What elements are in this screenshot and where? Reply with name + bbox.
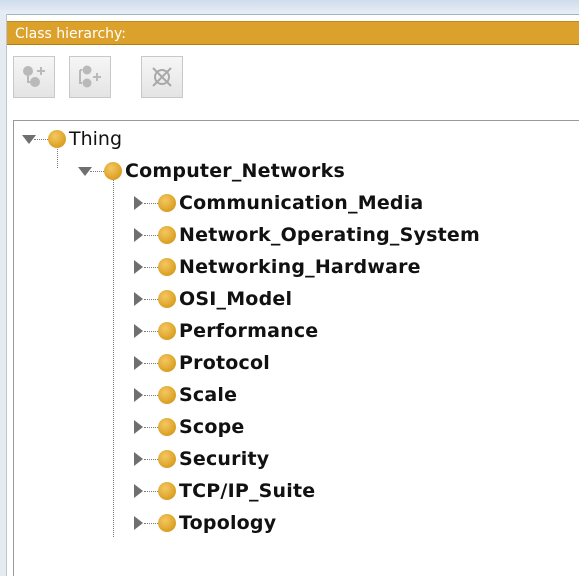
class-dot-icon xyxy=(158,322,176,340)
class-dot-icon xyxy=(158,354,176,372)
tree-connector-horizontal xyxy=(144,299,158,300)
tree-node-label: Performance xyxy=(179,320,319,342)
add-sibling-class-icon xyxy=(79,65,101,88)
class-dot-icon xyxy=(158,290,176,308)
class-dot-icon xyxy=(158,226,176,244)
class-dot-icon xyxy=(158,514,176,532)
class-dot-icon xyxy=(158,386,176,404)
tree-connector-horizontal xyxy=(144,203,158,204)
class-hierarchy-window: Class hierarchy: Thing Computer_Networks… xyxy=(0,0,579,576)
expand-triangle-icon[interactable] xyxy=(134,516,143,530)
class-dot-icon xyxy=(104,162,122,180)
tree-node-label: Protocol xyxy=(179,352,270,374)
tree-node-label: Topology xyxy=(179,512,277,534)
expand-triangle-icon[interactable] xyxy=(134,420,143,434)
tree-node-scale[interactable]: Scale xyxy=(14,379,574,411)
class-tree[interactable]: Thing Computer_Networks Communication_Medi… xyxy=(13,120,579,576)
tree-node-osi-model[interactable]: OSI_Model xyxy=(14,283,574,315)
add-subclass-icon xyxy=(23,66,45,87)
tree-connector-horizontal xyxy=(144,523,158,524)
window-left-border xyxy=(0,14,7,576)
delete-class-button[interactable] xyxy=(141,56,183,98)
tree-connector-horizontal xyxy=(144,235,158,236)
tree-connector-horizontal xyxy=(144,491,158,492)
tree-node-label: Security xyxy=(179,448,270,470)
expand-triangle-icon[interactable] xyxy=(134,388,143,402)
tree-node-thing[interactable]: Thing xyxy=(14,123,574,155)
class-dot-icon xyxy=(158,258,176,276)
tree-connector-horizontal xyxy=(144,395,158,396)
class-dot-icon xyxy=(158,450,176,468)
tree-node-label: Computer_Networks xyxy=(125,160,345,182)
tree-node-label: Network_Operating_System xyxy=(179,224,480,246)
tree-node-networking-hardware[interactable]: Networking_Hardware xyxy=(14,251,574,283)
class-hierarchy-panel: Class hierarchy: Thing Computer_Networks… xyxy=(7,15,579,576)
class-dot-icon xyxy=(158,194,176,212)
tree-node-protocol[interactable]: Protocol xyxy=(14,347,574,379)
tree-node-network-operating-system[interactable]: Network_Operating_System xyxy=(14,219,574,251)
tree-connector-horizontal xyxy=(90,171,104,172)
hierarchy-toolbar xyxy=(7,46,579,118)
tree-node-topology[interactable]: Topology xyxy=(14,507,574,539)
class-dot-icon xyxy=(158,418,176,436)
class-dot-icon xyxy=(158,482,176,500)
expand-triangle-icon[interactable] xyxy=(134,452,143,466)
tree-node-performance[interactable]: Performance xyxy=(14,315,574,347)
tree-connector-horizontal xyxy=(144,331,158,332)
tree-node-label: OSI_Model xyxy=(179,288,293,310)
delete-class-icon xyxy=(152,67,172,87)
tree-connector-horizontal xyxy=(144,267,158,268)
add-subclass-button[interactable] xyxy=(13,56,55,98)
tree-node-label: TCP/IP_Suite xyxy=(179,480,316,502)
tree-node-tcp-ip-suite[interactable]: TCP/IP_Suite xyxy=(14,475,574,507)
tree-node-label: Scale xyxy=(179,384,238,406)
tree-node-computer-networks[interactable]: Computer_Networks xyxy=(14,155,574,187)
expand-triangle-icon[interactable] xyxy=(134,356,143,370)
expand-triangle-icon[interactable] xyxy=(134,260,143,274)
expand-triangle-icon[interactable] xyxy=(134,292,143,306)
tree-connector-horizontal xyxy=(144,427,158,428)
panel-title: Class hierarchy: xyxy=(7,21,579,45)
expand-triangle-icon[interactable] xyxy=(134,228,143,242)
tree-node-label: Thing xyxy=(69,128,123,150)
tree-connector-horizontal xyxy=(144,363,158,364)
tree-connector-horizontal xyxy=(34,139,48,140)
add-sibling-class-button[interactable] xyxy=(69,56,111,98)
class-dot-icon xyxy=(48,130,66,148)
tree-connector-horizontal xyxy=(144,459,158,460)
expand-triangle-icon[interactable] xyxy=(134,324,143,338)
tree-node-label: Scope xyxy=(179,416,245,438)
tree-node-communication-media[interactable]: Communication_Media xyxy=(14,187,574,219)
window-top-strip xyxy=(0,0,579,15)
tree-node-label: Networking_Hardware xyxy=(179,256,421,278)
tree-node-label: Communication_Media xyxy=(179,192,424,214)
expand-triangle-icon[interactable] xyxy=(134,196,143,210)
tree-node-scope[interactable]: Scope xyxy=(14,411,574,443)
tree-node-security[interactable]: Security xyxy=(14,443,574,475)
expand-triangle-icon[interactable] xyxy=(134,484,143,498)
